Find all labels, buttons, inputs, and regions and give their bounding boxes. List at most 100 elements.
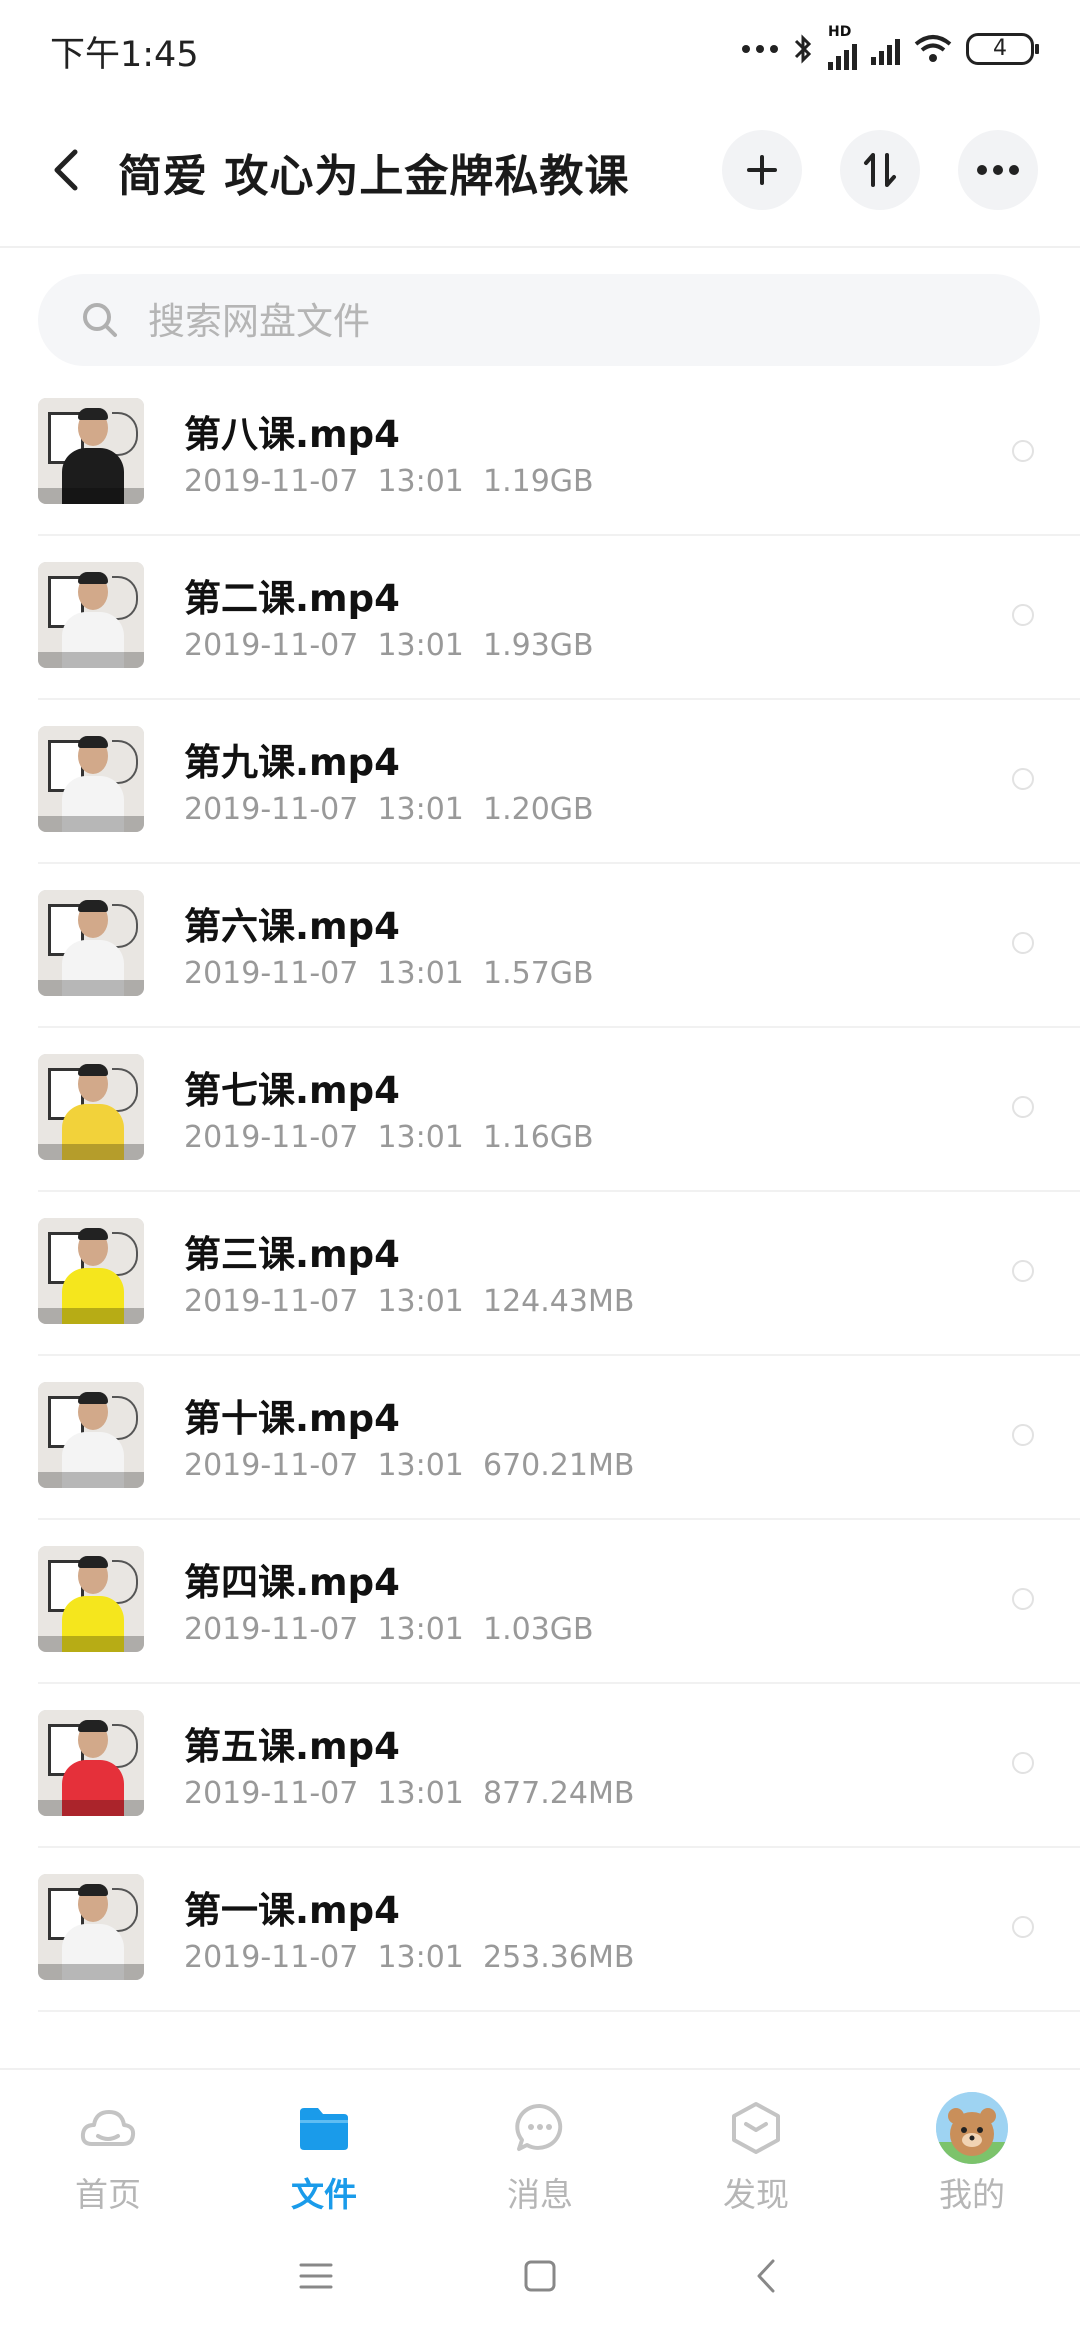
file-row[interactable]: 第六课.mp4 2019-11-07 13:01 1.57GB <box>0 864 1080 1028</box>
nav-item-messages[interactable]: 消息 <box>432 2070 648 2214</box>
file-name: 第四课.mp4 <box>184 1561 400 1604</box>
select-radio[interactable] <box>1012 1424 1034 1446</box>
file-row[interactable]: 第一课.mp4 2019-11-07 13:01 253.36MB <box>0 1848 1080 2012</box>
file-row[interactable]: 第二课.mp4 2019-11-07 13:01 1.93GB <box>0 536 1080 700</box>
search-input[interactable] <box>146 274 1010 368</box>
more-horizontal-icon <box>977 165 1019 175</box>
file-name: 第七课.mp4 <box>184 1069 400 1112</box>
plus-icon <box>747 155 777 185</box>
file-meta: 2019-11-07 13:01 1.19GB <box>184 464 594 499</box>
file-time: 13:01 <box>377 464 464 499</box>
nav-label-discover: 发现 <box>723 2175 789 2214</box>
menu-button[interactable] <box>286 2246 346 2306</box>
file-time: 13:01 <box>377 792 464 827</box>
video-thumbnail <box>38 1054 144 1160</box>
select-radio[interactable] <box>1012 1096 1034 1118</box>
file-time: 13:01 <box>377 1940 464 1975</box>
file-size: 253.36MB <box>482 1940 635 1975</box>
file-name: 第五课.mp4 <box>184 1725 400 1768</box>
status-time: 下午1:45 <box>50 35 199 75</box>
search-bar[interactable] <box>38 274 1040 368</box>
file-time: 13:01 <box>377 1284 464 1319</box>
nav-item-home[interactable]: 首页 <box>0 2070 216 2214</box>
file-date: 2019-11-07 <box>184 628 359 663</box>
file-name: 第九课.mp4 <box>184 741 400 784</box>
file-time: 13:01 <box>377 1448 464 1483</box>
system-back-button[interactable] <box>736 2246 796 2306</box>
select-radio[interactable] <box>1012 440 1034 462</box>
video-thumbnail <box>38 562 144 668</box>
select-radio[interactable] <box>1012 1916 1034 1938</box>
video-thumbnail <box>38 890 144 996</box>
select-radio[interactable] <box>1012 604 1034 626</box>
file-row[interactable]: 第三课.mp4 2019-11-07 13:01 124.43MB <box>0 1192 1080 1356</box>
file-name: 第一课.mp4 <box>184 1889 400 1932</box>
file-date: 2019-11-07 <box>184 792 359 827</box>
bluetooth-icon <box>794 34 812 64</box>
video-thumbnail <box>38 1546 144 1652</box>
file-time: 13:01 <box>377 1776 464 1811</box>
file-size: 1.16GB <box>482 1120 594 1155</box>
hd-label: HD <box>828 24 852 40</box>
file-date: 2019-11-07 <box>184 1776 359 1811</box>
battery-icon: 4 <box>966 33 1039 65</box>
bottom-nav: 首页 文件 消息 发现 我的 <box>0 2068 1080 2214</box>
select-radio[interactable] <box>1012 1588 1034 1610</box>
search-icon <box>83 303 117 337</box>
avatar <box>936 2092 1008 2164</box>
file-date: 2019-11-07 <box>184 956 359 991</box>
message-icon <box>515 2103 563 2151</box>
file-size: 1.57GB <box>482 956 594 991</box>
select-radio[interactable] <box>1012 768 1034 790</box>
file-row[interactable]: 第七课.mp4 2019-11-07 13:01 1.16GB <box>0 1028 1080 1192</box>
nav-item-profile[interactable]: 我的 <box>864 2070 1080 2214</box>
nav-label-messages: 消息 <box>507 2175 573 2214</box>
select-radio[interactable] <box>1012 932 1034 954</box>
status-bar: 下午1:45 HD 4 <box>0 0 1080 100</box>
add-button[interactable] <box>722 130 802 210</box>
back-button[interactable] <box>36 140 96 200</box>
signal-2-icon <box>871 33 900 65</box>
file-name: 第十课.mp4 <box>184 1397 400 1440</box>
file-meta: 2019-11-07 13:01 1.20GB <box>184 792 594 827</box>
page-title: 简爱 攻心为上金牌私教课 <box>118 151 630 202</box>
chevron-left-icon <box>757 2259 775 2293</box>
file-row[interactable]: 第四课.mp4 2019-11-07 13:01 1.03GB <box>0 1520 1080 1684</box>
home-button[interactable] <box>510 2246 570 2306</box>
file-row[interactable]: 第八课.mp4 2019-11-07 13:01 1.19GB <box>0 372 1080 536</box>
file-date: 2019-11-07 <box>184 1284 359 1319</box>
nav-item-discover[interactable]: 发现 <box>648 2070 864 2214</box>
video-thumbnail <box>38 1382 144 1488</box>
sort-button[interactable] <box>840 130 920 210</box>
file-list: 第八课.mp4 2019-11-07 13:01 1.19GB 第二课.mp4 201… <box>0 372 1080 2012</box>
menu-icon <box>299 2263 333 2289</box>
file-date: 2019-11-07 <box>184 464 359 499</box>
file-meta: 2019-11-07 13:01 1.57GB <box>184 956 594 991</box>
file-size: 124.43MB <box>482 1284 635 1319</box>
file-size: 1.19GB <box>482 464 594 499</box>
video-thumbnail <box>38 1874 144 1980</box>
cloud-icon <box>80 2110 136 2146</box>
file-meta: 2019-11-07 13:01 124.43MB <box>184 1284 634 1319</box>
file-row[interactable]: 第十课.mp4 2019-11-07 13:01 670.21MB <box>0 1356 1080 1520</box>
square-icon <box>524 2260 556 2292</box>
file-size: 1.93GB <box>482 628 594 663</box>
sort-icon <box>864 153 896 187</box>
nav-label-profile: 我的 <box>939 2175 1005 2214</box>
file-name: 第二课.mp4 <box>184 577 400 620</box>
file-name: 第六课.mp4 <box>184 905 400 948</box>
file-time: 13:01 <box>377 628 464 663</box>
status-icons: HD 4 <box>742 24 1039 72</box>
file-row[interactable]: 第五课.mp4 2019-11-07 13:01 877.24MB <box>0 1684 1080 1848</box>
video-thumbnail <box>38 398 144 504</box>
nav-item-files[interactable]: 文件 <box>216 2070 432 2214</box>
more-button[interactable] <box>958 130 1038 210</box>
file-date: 2019-11-07 <box>184 1940 359 1975</box>
file-meta: 2019-11-07 13:01 670.21MB <box>184 1448 634 1483</box>
file-row[interactable]: 第九课.mp4 2019-11-07 13:01 1.20GB <box>0 700 1080 864</box>
select-radio[interactable] <box>1012 1260 1034 1282</box>
file-name: 第三课.mp4 <box>184 1233 400 1276</box>
file-time: 13:01 <box>377 1120 464 1155</box>
select-radio[interactable] <box>1012 1752 1034 1774</box>
file-name: 第八课.mp4 <box>184 413 400 456</box>
